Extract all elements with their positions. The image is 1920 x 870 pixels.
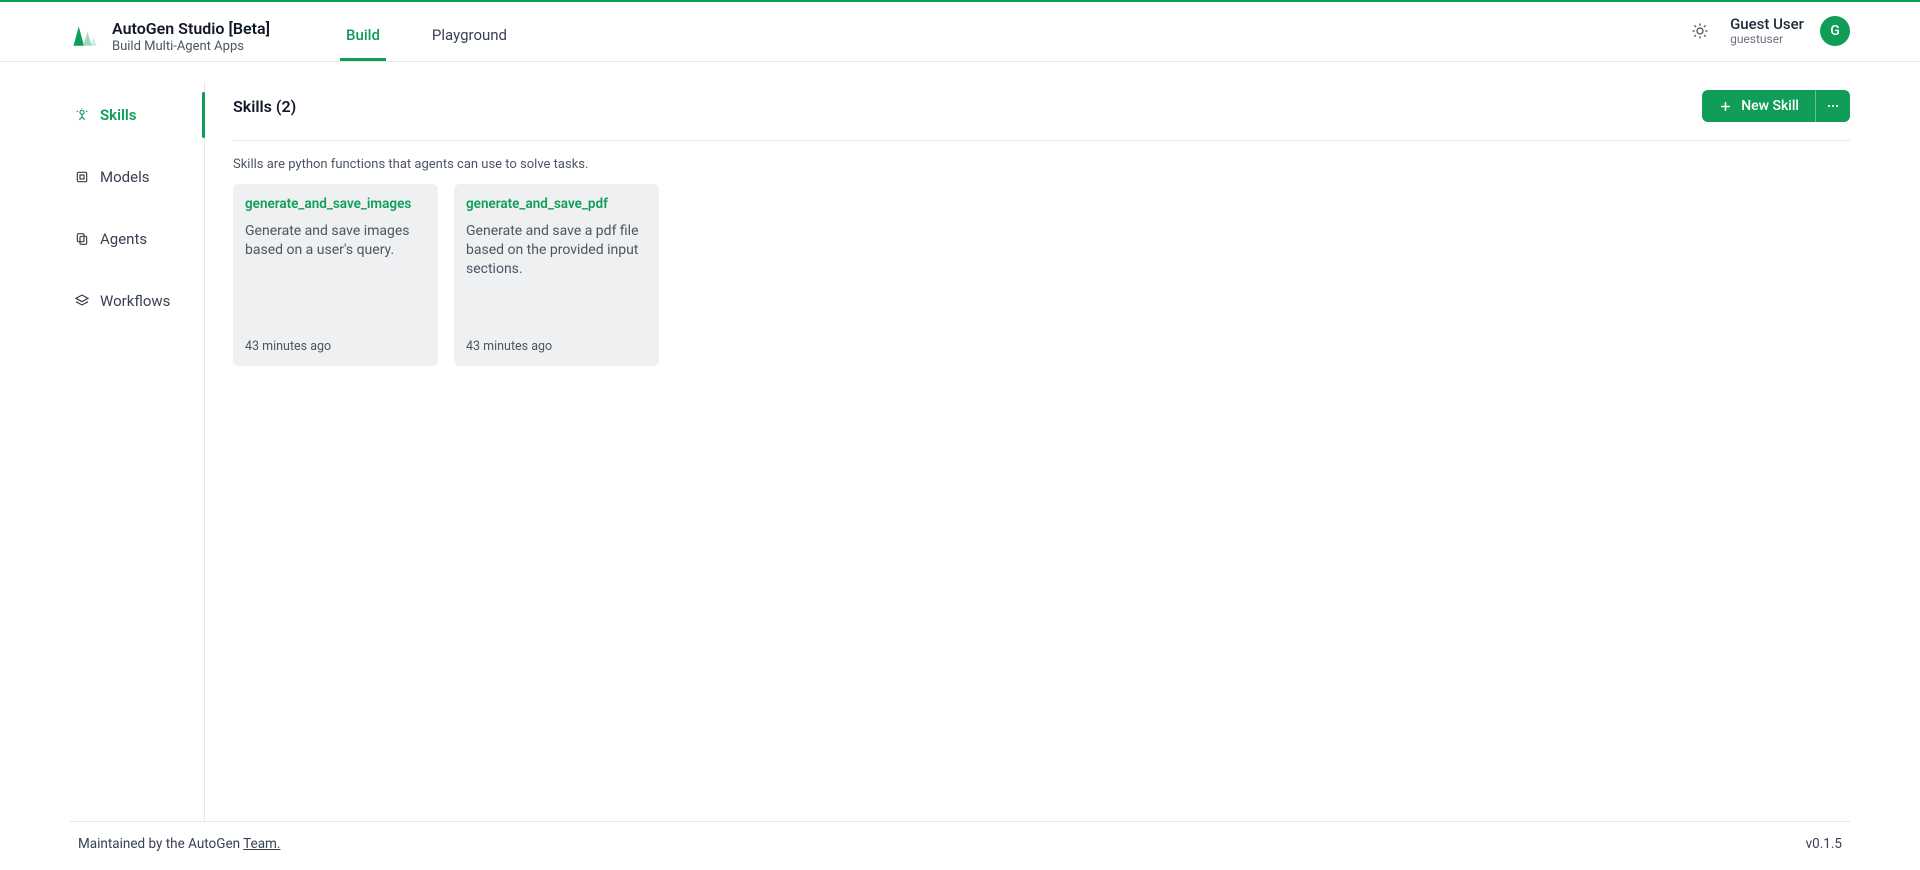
header: AutoGen Studio [Beta] Build Multi-Agent … — [0, 2, 1920, 62]
skill-card-title: generate_and_save_pdf — [466, 196, 647, 212]
workflows-icon — [74, 293, 90, 309]
footer-prefix: Maintained by the AutoGen — [78, 836, 243, 852]
sidebar: Skills Models Agents — [70, 82, 205, 821]
sidebar-item-workflows[interactable]: Workflows — [70, 282, 204, 320]
app-subtitle: Build Multi-Agent Apps — [112, 39, 270, 54]
team-link[interactable]: Team. — [243, 836, 280, 852]
skill-cards: generate_and_save_images Generate and sa… — [233, 184, 1850, 366]
footer: Maintained by the AutoGen Team. v0.1.5 — [70, 821, 1850, 870]
user-name: Guest User — [1730, 16, 1804, 33]
button-label: New Skill — [1741, 98, 1799, 114]
skill-card-time: 43 minutes ago — [245, 329, 426, 354]
skill-icon — [74, 107, 90, 123]
header-actions: New Skill — [1702, 90, 1850, 122]
version-label: v0.1.5 — [1806, 836, 1842, 852]
avatar[interactable]: G — [1820, 16, 1850, 46]
brand[interactable]: AutoGen Studio [Beta] Build Multi-Agent … — [70, 19, 300, 54]
page-description: Skills are python functions that agents … — [233, 141, 1850, 184]
brand-text: AutoGen Studio [Beta] Build Multi-Agent … — [112, 19, 270, 54]
plus-icon — [1718, 99, 1733, 114]
tab-build[interactable]: Build — [340, 12, 386, 61]
skill-card-time: 43 minutes ago — [466, 329, 647, 354]
skill-card-desc: Generate and save images based on a user… — [245, 222, 426, 260]
main: Skills Models Agents — [0, 62, 1920, 821]
sidebar-item-agents[interactable]: Agents — [70, 220, 204, 258]
logo-icon — [70, 23, 98, 51]
sidebar-item-label: Models — [100, 168, 149, 186]
page-title: Skills (2) — [233, 97, 296, 116]
sidebar-item-label: Agents — [100, 230, 147, 248]
skill-card[interactable]: generate_and_save_images Generate and sa… — [233, 184, 438, 366]
ellipsis-icon — [1825, 98, 1841, 114]
avatar-initial: G — [1830, 23, 1840, 39]
more-actions-button[interactable] — [1816, 90, 1850, 122]
header-right: Guest User guestuser G — [1686, 16, 1850, 57]
skill-card-desc: Generate and save a pdf file based on th… — [466, 222, 647, 279]
sidebar-item-skills[interactable]: Skills — [70, 96, 204, 134]
sidebar-item-models[interactable]: Models — [70, 158, 204, 196]
footer-text: Maintained by the AutoGen Team. — [78, 836, 280, 852]
sidebar-item-label: Workflows — [100, 292, 170, 310]
content: Skills (2) New Skill — [205, 82, 1850, 821]
app-title: AutoGen Studio [Beta] — [112, 19, 270, 38]
sun-icon — [1691, 22, 1709, 40]
tab-label: Playground — [432, 26, 507, 44]
skill-card[interactable]: generate_and_save_pdf Generate and save … — [454, 184, 659, 366]
user-handle: guestuser — [1730, 33, 1804, 47]
tab-label: Build — [346, 26, 380, 44]
sidebar-item-label: Skills — [100, 106, 136, 124]
theme-toggle[interactable] — [1686, 17, 1714, 45]
new-skill-button[interactable]: New Skill — [1702, 90, 1816, 122]
models-icon — [74, 169, 90, 185]
agents-icon — [74, 231, 90, 247]
tab-playground[interactable]: Playground — [426, 12, 513, 61]
skill-card-title: generate_and_save_images — [245, 196, 426, 212]
user-block[interactable]: Guest User guestuser — [1730, 16, 1804, 47]
content-header: Skills (2) New Skill — [233, 82, 1850, 141]
top-tabs: Build Playground — [340, 12, 513, 61]
